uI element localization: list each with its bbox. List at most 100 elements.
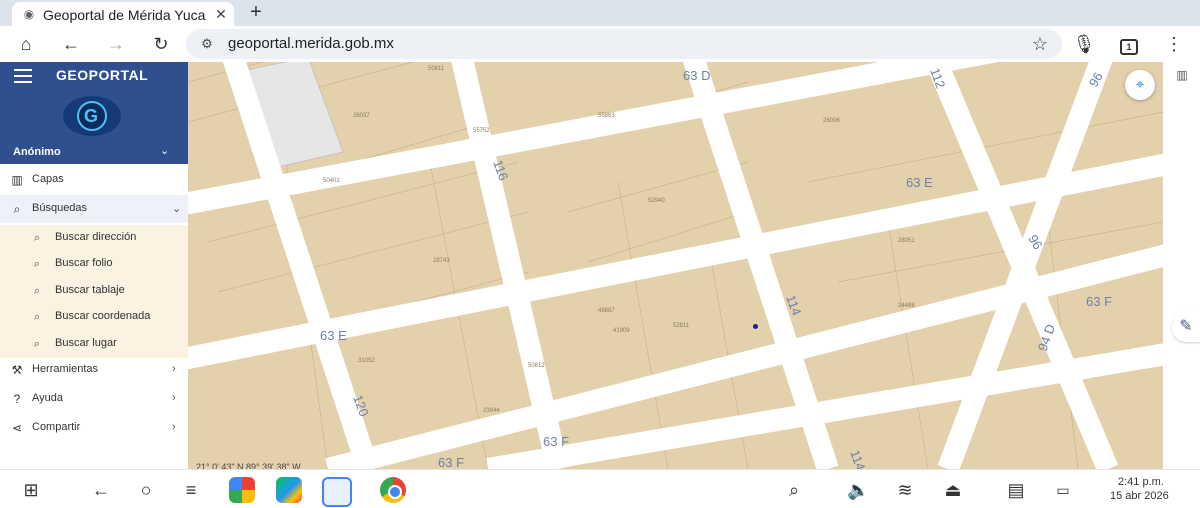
compass-icon: ⌖ [1135, 76, 1145, 93]
browser-tab[interactable]: ◉ Geoportal de Mérida Yuca ✕ [12, 2, 234, 26]
search-icon[interactable]: ⌕ [783, 479, 805, 501]
submenu-item-label: Buscar folio [55, 257, 113, 269]
back-icon[interactable]: ← [59, 32, 83, 56]
lot-number: 49887 [598, 308, 615, 314]
submenu-item-buscar-folio[interactable]: ⌕ Buscar folio [0, 251, 188, 277]
clock-date[interactable]: 15 abr 2026 [1110, 490, 1169, 502]
sidebar-item-compartir[interactable]: ⋖ Compartir › [0, 414, 188, 442]
sidebar-item-label: Búsquedas [32, 202, 88, 214]
map-canvas[interactable]: 63 D 63 E 63 E 63 F 63 F 63 F 116 114 11… [188, 62, 1163, 469]
microphone-icon[interactable]: 🎙 [1072, 32, 1096, 56]
chevron-right-icon: › [172, 421, 176, 433]
tab-switcher-button[interactable]: 1 [1117, 32, 1141, 56]
back-nav-icon[interactable]: ← [90, 479, 112, 501]
user-name[interactable]: Anónimo [13, 146, 61, 158]
submenu-item-buscar-lugar[interactable]: ⌕ Buscar lugar [0, 331, 188, 357]
svg-text:G: G [84, 106, 98, 126]
map-svg: 63 D 63 E 63 E 63 F 63 F 63 F 116 114 11… [188, 62, 1163, 469]
lot-number: 55752 [473, 128, 490, 134]
lot-number: 50401 [323, 178, 340, 184]
url-text[interactable]: geoportal.merida.gob.mx [228, 35, 394, 52]
sidebar-item-label: Ayuda [32, 392, 63, 404]
battery-icon: ▭ [1056, 482, 1070, 498]
submenu-item-buscar-direccion[interactable]: ⌕ Buscar dirección [0, 225, 188, 251]
search-submenu: ⌕ Buscar dirección ⌕ Buscar folio ⌕ Busc… [0, 225, 188, 358]
new-tab-button[interactable]: + [246, 1, 266, 23]
home-icon[interactable]: ⌂ [14, 32, 38, 56]
wifi-icon[interactable]: ≋ [894, 479, 916, 501]
street-label: 63 E [320, 328, 347, 343]
sidebar-item-label: Herramientas [32, 363, 99, 375]
geoportal-logo: G [63, 96, 121, 136]
search-icon: ⌕ [13, 202, 21, 216]
submenu-item-label: Buscar lugar [55, 337, 117, 349]
home-nav-icon[interactable]: ○ [135, 479, 157, 501]
reload-icon[interactable]: ↻ [149, 32, 173, 56]
submenu-item-buscar-coordenada[interactable]: ⌕ Buscar coordenada [0, 304, 188, 330]
lot-number: 52940 [648, 198, 665, 204]
street-label: 63 F [543, 434, 569, 449]
street-label: 114 [847, 448, 868, 469]
eject-circle-icon[interactable]: ⏏ [942, 479, 964, 501]
close-tab-icon[interactable]: ✕ [212, 4, 230, 24]
clock-time[interactable]: 2:41 p.m. [1118, 476, 1164, 488]
location-marker[interactable] [753, 324, 758, 329]
lot-number: 28743 [433, 258, 450, 264]
recents-nav-icon[interactable]: ≡ [180, 479, 202, 501]
tools-icon: ⚒ [11, 363, 23, 377]
system-taskbar: ⊞ ← ○ ≡ ⌕ 🔈 ≋ ⏏ ▤ ▭ 2:41 p.m. 15 abr 202… [0, 469, 1200, 508]
sidebar-item-herramientas[interactable]: ⚒ Herramientas › [0, 356, 188, 384]
notifications-icon[interactable]: ▤ [1005, 479, 1027, 501]
browser-toolbar: ⌂ ← → ↻ ⚙ geoportal.merida.gob.mx ☆ 🎙 1 … [0, 26, 1200, 62]
search-icon: ⌕ [33, 338, 41, 350]
tab-title: Geoportal de Mérida Yuca [43, 7, 206, 23]
lot-number: 23944 [483, 408, 500, 414]
play-store-icon[interactable] [276, 477, 302, 503]
bookmark-star-icon[interactable]: ☆ [1028, 32, 1052, 56]
submenu-item-buscar-tablaje[interactable]: ⌕ Buscar tablaje [0, 278, 188, 304]
submenu-item-label: Buscar coordenada [55, 310, 151, 322]
lot-number: 26006 [823, 118, 840, 124]
forward-icon[interactable]: → [104, 32, 128, 56]
map-side-panel [1163, 62, 1200, 469]
pencil-icon[interactable]: ✎ [1172, 312, 1200, 342]
chevron-down-icon: ⌄ [172, 203, 182, 215]
hamburger-menu-icon[interactable] [14, 69, 32, 83]
sidebar-item-label: Compartir [32, 421, 81, 433]
lot-number: 55863 [598, 113, 615, 119]
street-label: 63 D [683, 68, 710, 83]
favicon-icon: ◉ [23, 7, 35, 21]
sidebar-header: GEOPORTAL G Anónimo ⌄ [0, 62, 188, 164]
help-icon: ? [13, 392, 21, 406]
brand-title: GEOPORTAL [56, 67, 149, 83]
sidebar: GEOPORTAL G Anónimo ⌄ ▥ Capas ⌕ Búsqueda… [0, 62, 188, 469]
site-settings-icon[interactable]: ⚙ [198, 35, 216, 53]
compass-button[interactable]: ⌖ [1125, 70, 1155, 100]
sidebar-item-capas[interactable]: ▥ Capas [0, 166, 188, 194]
photos-app-icon[interactable] [229, 477, 255, 503]
files-app-icon[interactable] [322, 477, 352, 507]
chrome-app-icon[interactable] [380, 477, 406, 503]
chevron-right-icon: › [172, 392, 176, 404]
app-grid-icon[interactable]: ⊞ [20, 479, 42, 501]
menu-icon[interactable]: ⋮ [1162, 32, 1186, 56]
tab-strip: ◉ Geoportal de Mérida Yuca ✕ + [0, 0, 1200, 26]
lot-number: 50611 [428, 66, 445, 72]
map-book-icon[interactable]: ▥ [1175, 68, 1189, 82]
street-label: 63 F [1086, 294, 1112, 309]
chevron-right-icon: › [172, 363, 176, 375]
chevron-down-icon[interactable]: ⌄ [160, 144, 169, 157]
tab-count: 1 [1120, 39, 1138, 55]
submenu-item-label: Buscar dirección [55, 231, 137, 243]
lot-number: 41909 [613, 328, 630, 334]
submenu-item-label: Buscar tablaje [55, 284, 125, 296]
sidebar-item-ayuda[interactable]: ? Ayuda › [0, 385, 188, 413]
lot-number: 50812 [528, 363, 545, 369]
search-icon: ⌕ [33, 311, 41, 323]
address-bar[interactable]: ⚙ geoportal.merida.gob.mx ☆ [186, 29, 1062, 59]
sidebar-item-busquedas[interactable]: ⌕ Búsquedas ⌄ [0, 195, 188, 223]
volume-icon[interactable]: 🔈 [847, 479, 869, 501]
street-label: 63 F [438, 455, 464, 469]
lot-number: 31052 [358, 358, 375, 364]
lot-number: 26037 [353, 113, 370, 119]
